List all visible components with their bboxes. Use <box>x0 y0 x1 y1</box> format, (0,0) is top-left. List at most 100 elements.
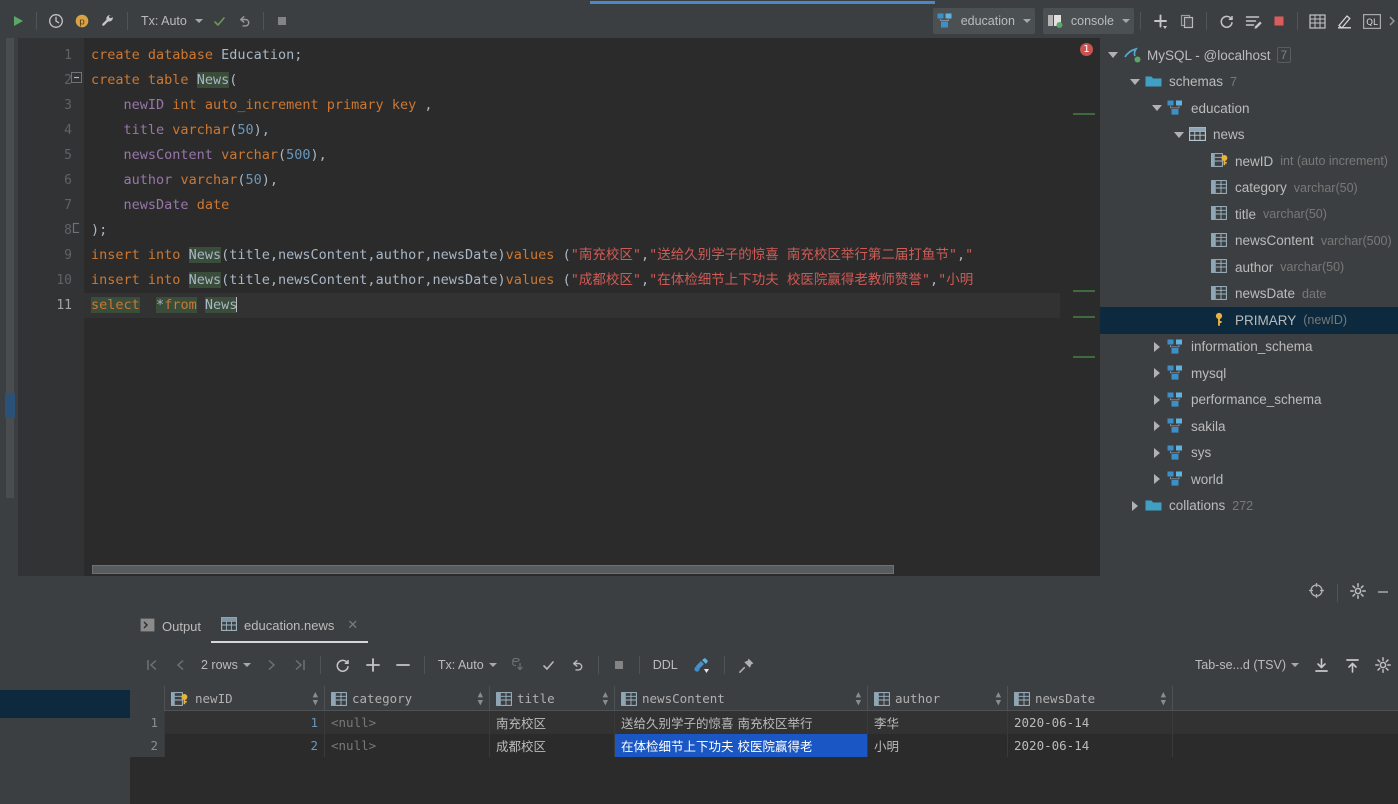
chevron-right-icon[interactable] <box>1150 340 1164 354</box>
tree-item-collations[interactable]: collations 272 <box>1100 493 1398 520</box>
page-prev-icon[interactable] <box>167 652 194 678</box>
tree-item-sakila[interactable]: sakila <box>1100 413 1398 440</box>
grid-cell-newscontent[interactable]: 在体检细节上下功夫 校医院赢得老 <box>615 734 868 757</box>
row-count-selector[interactable]: 2 rows <box>194 652 258 678</box>
editor-hscroll-thumb[interactable] <box>92 565 894 574</box>
sql-code-area[interactable]: create database Education; create table … <box>84 38 1060 576</box>
tree-item-performance-schema[interactable]: performance_schema <box>1100 387 1398 414</box>
grid-cell-author[interactable]: 李华 <box>868 711 1008 734</box>
chevron-right-icon[interactable] <box>1150 366 1164 380</box>
chevron-down-icon[interactable] <box>1106 48 1120 62</box>
gear-icon[interactable] <box>1350 582 1366 604</box>
results-commit-icon[interactable] <box>534 652 563 678</box>
reload-icon[interactable] <box>327 652 358 678</box>
chevron-down-icon[interactable] <box>1150 101 1164 115</box>
grid-cell-newscontent[interactable]: 送给久别学子的惊喜 南充校区举行 <box>615 711 868 734</box>
grid-cell-title[interactable]: 南充校区 <box>490 711 615 734</box>
stop-red-icon[interactable] <box>1267 8 1291 34</box>
import-upload-icon[interactable] <box>1337 652 1368 678</box>
results-data-grid[interactable]: newID ▲ ▼ category ▲ ▼ title ▲ ▼ newsContent ▲ ▼ aut… <box>130 686 1398 804</box>
refresh-icon[interactable] <box>1213 8 1240 34</box>
grid-cell-newid[interactable]: 2 <box>165 734 325 757</box>
ddl-button[interactable]: DDL <box>646 652 685 678</box>
results-stop-icon[interactable] <box>605 652 633 678</box>
chevron-right-icon[interactable] <box>1150 393 1164 407</box>
run-play-icon[interactable] <box>6 8 30 34</box>
results-tx-selector[interactable]: Tx: Auto <box>431 652 504 678</box>
database-explorer-tree[interactable]: MySQL - @localhost 7 schemas 7 education news… <box>1100 38 1398 576</box>
grid-cell-newsdate[interactable]: 2020-06-14 <box>1008 734 1173 757</box>
editor-hscrollbar[interactable] <box>84 563 1060 576</box>
results-settings-gear-icon[interactable] <box>1368 652 1398 678</box>
grid-cell-category[interactable]: <null> <box>325 734 490 757</box>
fold-collapse-icon[interactable] <box>71 72 82 83</box>
crosshair-icon[interactable] <box>1308 582 1325 604</box>
toolbar-overflow-icon[interactable] <box>1386 8 1398 34</box>
pencil-icon[interactable] <box>1331 8 1358 34</box>
grid-column-header-newid[interactable]: newID ▲ ▼ <box>165 686 325 711</box>
table-grid-icon[interactable] <box>1304 8 1331 34</box>
sync-edit-icon[interactable] <box>1240 8 1267 34</box>
grid-cell-newid[interactable]: 1 <box>165 711 325 734</box>
tree-item-mysql[interactable]: mysql <box>1100 360 1398 387</box>
tree-item-category[interactable]: category varchar(50) <box>1100 175 1398 202</box>
minimize-icon[interactable] <box>1376 584 1390 603</box>
page-first-icon[interactable] <box>138 652 167 678</box>
left-rail-track[interactable] <box>6 38 14 498</box>
export-format-selector[interactable]: Tab-se...d (TSV) <box>1188 652 1306 678</box>
sort-toggle-icon[interactable]: ▲ ▼ <box>603 690 608 707</box>
grid-cell-author[interactable]: 小明 <box>868 734 1008 757</box>
tree-item-author[interactable]: author varchar(50) <box>1100 254 1398 281</box>
chevron-down-icon[interactable] <box>1128 75 1142 89</box>
chevron-right-icon[interactable] <box>1150 472 1164 486</box>
sort-toggle-icon[interactable]: ▲ ▼ <box>1161 690 1166 707</box>
table-row[interactable]: 2 2 <null> 成都校区 在体检细节上下功夫 校医院赢得老 小明 2020-06-14 <box>130 734 1398 757</box>
sort-toggle-icon[interactable]: ▲ ▼ <box>996 690 1001 707</box>
commit-check-icon[interactable] <box>207 8 232 34</box>
grid-column-header-newscontent[interactable]: newsContent ▲ ▼ <box>615 686 868 711</box>
tree-item-title[interactable]: title varchar(50) <box>1100 201 1398 228</box>
plus-icon[interactable] <box>1147 8 1174 34</box>
grid-column-header-category[interactable]: category ▲ ▼ <box>325 686 490 711</box>
grid-column-header-title[interactable]: title ▲ ▼ <box>490 686 615 711</box>
db-transfer-icon[interactable] <box>504 652 534 678</box>
export-download-icon[interactable] <box>1306 652 1337 678</box>
tree-item-news[interactable]: news <box>1100 122 1398 149</box>
sort-toggle-icon[interactable]: ▲ ▼ <box>856 690 861 707</box>
modify-table-icon[interactable] <box>685 652 718 678</box>
tree-item-newid[interactable]: newID int (auto increment) <box>1100 148 1398 175</box>
grid-column-header-author[interactable]: author ▲ ▼ <box>868 686 1008 711</box>
page-next-icon[interactable] <box>258 652 285 678</box>
tree-item-primary[interactable]: PRIMARY (newID) <box>1100 307 1398 334</box>
grid-column-header-newsdate[interactable]: newsDate ▲ ▼ <box>1008 686 1173 711</box>
page-last-icon[interactable] <box>285 652 314 678</box>
tree-item-sys[interactable]: sys <box>1100 440 1398 467</box>
rollback-icon[interactable] <box>232 8 257 34</box>
chevron-right-icon[interactable] <box>1128 499 1142 513</box>
fold-end-icon[interactable] <box>71 222 82 233</box>
tree-item-education[interactable]: education <box>1100 95 1398 122</box>
tree-item-newscontent[interactable]: newsContent varchar(500) <box>1100 228 1398 255</box>
history-clock-icon[interactable] <box>43 8 69 34</box>
tree-item-world[interactable]: world <box>1100 466 1398 493</box>
sort-toggle-icon[interactable]: ▲ ▼ <box>313 690 318 707</box>
table-row[interactable]: 1 1 <null> 南充校区 送给久别学子的惊喜 南充校区举行 李华 2020-06-14 <box>130 711 1398 734</box>
tab-output[interactable]: Output <box>130 609 211 643</box>
grid-cell-newsdate[interactable]: 2020-06-14 <box>1008 711 1173 734</box>
error-count-badge[interactable]: 1 <box>1080 43 1093 56</box>
console-selector[interactable]: console <box>1042 8 1134 34</box>
editor-marker-gutter[interactable] <box>1060 38 1100 576</box>
schema-selector[interactable]: education <box>932 8 1035 34</box>
delete-row-icon[interactable] <box>388 652 418 678</box>
sort-toggle-icon[interactable]: ▲ ▼ <box>478 690 483 707</box>
grid-cell-category[interactable]: <null> <box>325 711 490 734</box>
chevron-right-icon[interactable] <box>1150 446 1164 460</box>
chevron-right-icon[interactable] <box>1150 419 1164 433</box>
stop-square-icon[interactable] <box>270 8 294 34</box>
profile-p-icon[interactable]: p <box>69 8 95 34</box>
tree-item-schemas[interactable]: schemas 7 <box>1100 69 1398 96</box>
results-grid-body[interactable]: 1 1 <null> 南充校区 送给久别学子的惊喜 南充校区举行 李华 2020-06-14… <box>130 711 1398 757</box>
transaction-mode-selector[interactable]: Tx: Auto <box>134 8 207 34</box>
results-rollback-icon[interactable] <box>563 652 592 678</box>
left-rail-thumb[interactable] <box>5 393 15 418</box>
